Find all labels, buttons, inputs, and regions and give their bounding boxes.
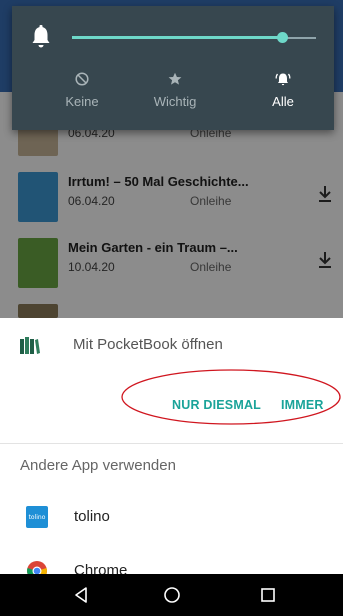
navigation-bar (0, 574, 343, 616)
recents-icon (261, 588, 275, 602)
always-button[interactable]: IMMER (281, 398, 324, 412)
pocketbook-icon (20, 337, 40, 354)
bell-icon (32, 25, 50, 48)
option-none[interactable]: Keine (42, 70, 122, 109)
home-icon (164, 587, 180, 603)
just-once-button[interactable]: NUR DIESMAL (172, 398, 261, 412)
option-important-label: Wichtig (153, 94, 197, 109)
app-item-tolino[interactable]: tolino tolino (0, 494, 343, 540)
volume-slider-thumb[interactable] (277, 32, 288, 43)
divider (0, 443, 343, 444)
volume-slider-fill (72, 36, 282, 39)
option-important[interactable]: Wichtig (135, 70, 215, 109)
home-button[interactable] (161, 584, 183, 606)
open-with-label: Mit PocketBook öffnen (73, 336, 223, 353)
option-none-label: Keine (65, 94, 99, 109)
tolino-icon: tolino (26, 506, 48, 528)
open-with-sheet: Mit PocketBook öffnen NUR DIESMAL IMMER … (0, 318, 343, 581)
back-icon (75, 587, 87, 603)
option-all[interactable]: Alle (243, 70, 323, 109)
option-all-label: Alle (272, 94, 294, 109)
star-icon (168, 72, 182, 85)
recents-button[interactable] (257, 584, 279, 606)
notifications-all-icon (275, 73, 291, 86)
red-ellipse-annotation (121, 369, 341, 425)
tolino-icon-text: tolino (28, 513, 46, 521)
back-button[interactable] (70, 584, 92, 606)
open-with-pocketbook-row[interactable]: Mit PocketBook öffnen (0, 318, 343, 372)
volume-panel: Keine Wichtig Alle (12, 6, 334, 130)
block-icon (75, 72, 89, 86)
app-name: tolino (74, 508, 110, 525)
other-app-header: Andere App verwenden (20, 457, 176, 474)
